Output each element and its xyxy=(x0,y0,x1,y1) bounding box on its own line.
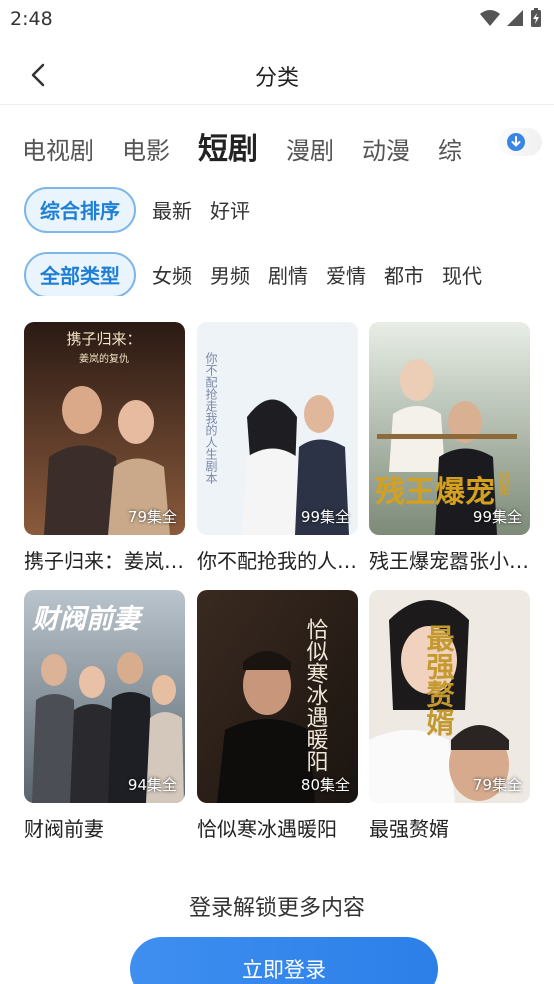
type-chip-drama[interactable]: 剧情 xyxy=(266,254,310,296)
drama-title: 你不配抢我的人生剧本 xyxy=(197,549,358,573)
poster-title-text: 携子归来： xyxy=(66,330,141,348)
poster-subtitle-text: 嚣张 xyxy=(497,472,511,496)
type-filter-row: 全部类型 女频 男频 剧情 爱情 都市 现代 xyxy=(24,252,554,296)
tab-tv[interactable]: 电视剧 xyxy=(22,131,94,166)
poster-title-text: 残王爆宠 xyxy=(375,475,495,510)
drama-title: 财阀前妻 xyxy=(24,817,104,841)
status-icons xyxy=(480,8,542,28)
tab-short-drama[interactable]: 短剧 xyxy=(198,124,258,168)
drama-poster: 携子归来： 姜岚的复仇 79集全 xyxy=(24,322,185,535)
sort-filter-row: 综合排序 最新 好评 xyxy=(24,187,266,233)
nav-bar: 分类 xyxy=(0,50,554,102)
episode-count: 79集全 xyxy=(127,508,177,526)
arrow-down-circle-icon xyxy=(507,133,525,151)
sort-chip-latest[interactable]: 最新 xyxy=(150,189,194,235)
login-button[interactable]: 立即登录 xyxy=(130,937,438,984)
type-chip-all[interactable]: 全部类型 xyxy=(24,252,136,296)
drama-title: 恰似寒冰遇暖阳 xyxy=(197,817,337,841)
type-chip-modern[interactable]: 现代 xyxy=(440,254,484,296)
type-chip-female[interactable]: 女频 xyxy=(150,254,194,296)
drama-poster: 残王爆宠 嚣张 99集全 xyxy=(369,322,530,535)
sort-chip-rating[interactable]: 好评 xyxy=(208,189,252,235)
poster-title-text: 财阀前妻 xyxy=(31,604,144,635)
poster-title-text: 恰似寒冰遇暖阳 xyxy=(303,618,329,772)
type-chip-male[interactable]: 男频 xyxy=(208,254,252,296)
battery-icon xyxy=(531,8,541,27)
drama-poster: 恰似寒冰遇暖阳 80集全 xyxy=(197,590,358,803)
drama-title: 最强赘婿 xyxy=(369,817,449,841)
category-tabs: 电视剧 电影 短剧 漫剧 动漫综 xyxy=(22,124,542,168)
episode-count: 94集全 xyxy=(127,776,177,794)
wifi-icon xyxy=(480,10,500,26)
tab-variety[interactable]: 综 xyxy=(438,131,462,166)
tab-manju[interactable]: 漫剧 xyxy=(286,131,334,166)
episode-count: 79集全 xyxy=(472,776,522,794)
drama-card[interactable]: 残王爆宠 嚣张 99集全 残王爆宠嚣张小王妃 xyxy=(369,322,530,574)
status-time: 2:48 xyxy=(10,8,53,30)
nav-divider xyxy=(0,104,554,105)
type-chip-urban[interactable]: 都市 xyxy=(382,254,426,296)
login-hint: 登录解锁更多内容 xyxy=(188,896,365,921)
drama-title: 残王爆宠嚣张小王妃 xyxy=(369,549,530,573)
drama-poster: 你不配抢走我的人生剧本 99集全 xyxy=(197,322,358,535)
drama-card[interactable]: 财阀前妻 94集全 财阀前妻 xyxy=(24,590,185,842)
tabs-expand-button[interactable] xyxy=(498,128,542,156)
poster-title-text: 最强赘婿 xyxy=(423,624,456,736)
type-chip-romance[interactable]: 爱情 xyxy=(324,254,368,296)
status-bar: 2:48 xyxy=(0,0,554,38)
poster-title-text: 你不配抢走我的人生剧本 xyxy=(204,352,218,485)
drama-card[interactable]: 最强赘婿 79集全 最强赘婿 xyxy=(369,590,530,842)
sort-chip-overall[interactable]: 综合排序 xyxy=(24,187,136,233)
signal-icon xyxy=(507,10,523,26)
drama-poster: 最强赘婿 79集全 xyxy=(369,590,530,803)
episode-count: 99集全 xyxy=(300,508,350,526)
drama-title: 携子归来：姜岚的复仇 xyxy=(24,549,185,573)
poster-subtitle-text: 姜岚的复仇 xyxy=(79,352,129,365)
tab-movie[interactable]: 电影 xyxy=(122,131,170,166)
drama-poster: 财阀前妻 94集全 xyxy=(24,590,185,803)
episode-count: 80集全 xyxy=(300,776,350,794)
drama-card[interactable]: 恰似寒冰遇暖阳 80集全 恰似寒冰遇暖阳 xyxy=(197,590,358,842)
page-title: 分类 xyxy=(254,66,299,91)
tab-anime[interactable]: 动漫 xyxy=(362,131,410,166)
drama-card[interactable]: 你不配抢走我的人生剧本 99集全 你不配抢我的人生剧本 xyxy=(197,322,358,574)
episode-count: 99集全 xyxy=(472,508,522,526)
drama-card[interactable]: 携子归来： 姜岚的复仇 79集全 携子归来：姜岚的复仇 xyxy=(24,322,185,574)
